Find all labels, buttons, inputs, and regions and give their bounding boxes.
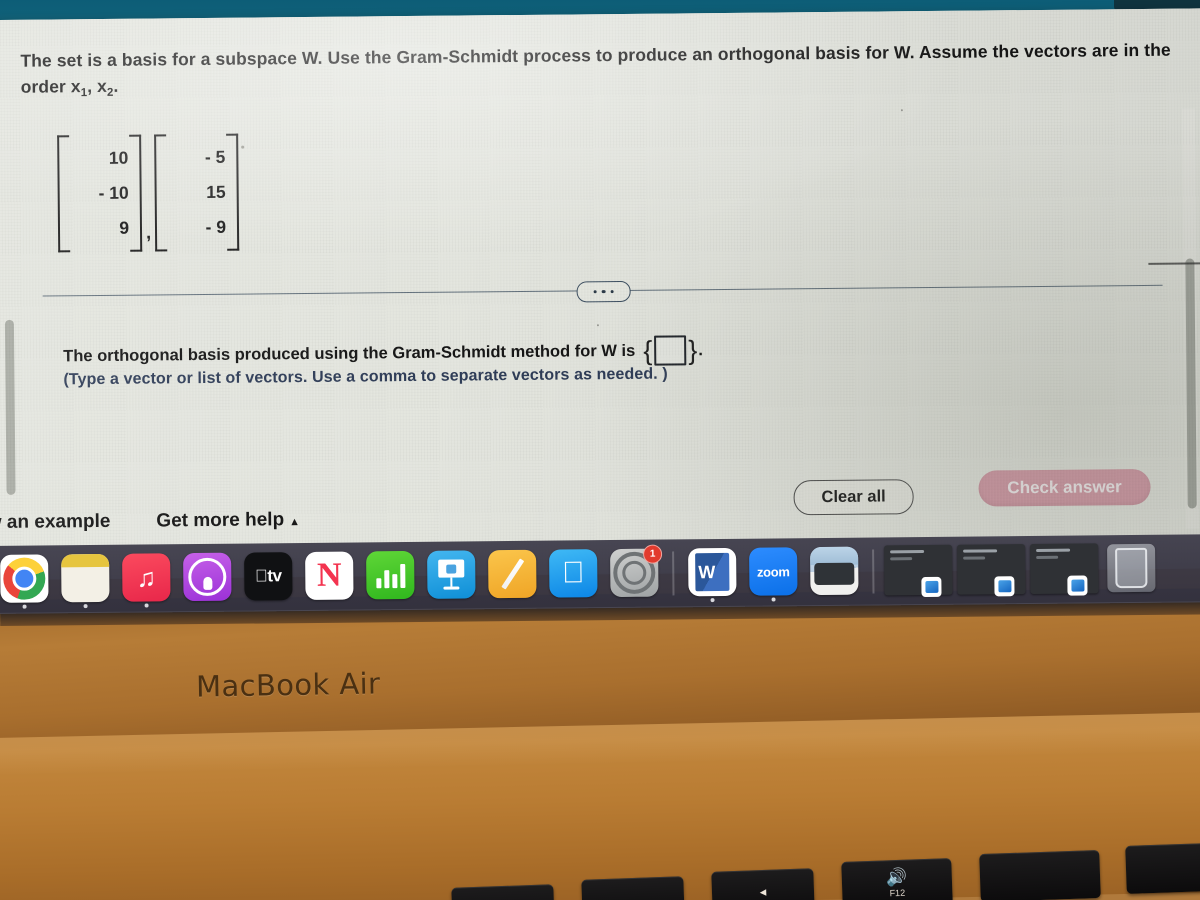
- dock-item-app-store[interactable]: : [545, 546, 602, 603]
- get-more-help-label: Get more help: [156, 509, 285, 532]
- vector-x1-entry-2: 9: [119, 217, 130, 238]
- function-key-row: ◂ 🔊 F12: [0, 760, 1200, 900]
- fn-key-f10[interactable]: [581, 876, 685, 900]
- dot-3: [610, 289, 615, 294]
- more-options-pill[interactable]: [576, 280, 631, 303]
- minimized-window-3[interactable]: [1030, 543, 1099, 596]
- microsoft-word-icon: W: [688, 547, 737, 597]
- vector-label-x2: x2: [97, 75, 114, 99]
- dock-item-apple-tv[interactable]: tv: [240, 549, 297, 606]
- vector-x2-entry-1: 15: [206, 181, 226, 202]
- screen-dust: [596, 324, 599, 327]
- pages-icon: [488, 549, 537, 599]
- macbook-air-label: MacBook Air: [195, 666, 381, 704]
- numbers-icon: [366, 550, 415, 600]
- dot-2: [601, 289, 606, 294]
- dock-item-word[interactable]: W: [684, 545, 741, 603]
- fn-key-f11[interactable]: ◂: [711, 868, 815, 900]
- dock-item-preview[interactable]: [806, 544, 863, 601]
- screen-dust: [900, 109, 903, 112]
- dock-item-podcasts[interactable]: [179, 550, 236, 607]
- answer-input[interactable]: [654, 335, 687, 366]
- dock-item-music[interactable]: ♫: [118, 550, 175, 608]
- dock-item-chrome[interactable]: [0, 551, 53, 609]
- podcasts-icon: [183, 552, 232, 602]
- laptop-screen: The set is a basis for a subspace W. Use…: [0, 8, 1200, 580]
- clear-all-button[interactable]: Clear all: [793, 479, 914, 516]
- vector-x1-entry-1: - 10: [98, 182, 129, 204]
- vector-x2-entry-2: - 9: [205, 216, 227, 237]
- scrollbar-thumb-left[interactable]: [4, 319, 16, 495]
- dock-item-trash[interactable]: [1103, 541, 1160, 598]
- problem-prompt: The set is a basis for a subspace W. Use…: [20, 39, 1171, 100]
- news-glyph: N: [316, 556, 342, 594]
- footer-link-row: w an example Get more help ▲: [0, 509, 300, 534]
- preview-icon: [810, 546, 859, 596]
- music-icon: ♫: [122, 553, 171, 602]
- running-indicator: [710, 598, 715, 603]
- dock-item-news[interactable]: N: [301, 548, 358, 605]
- minimized-window-1[interactable]: [884, 544, 953, 598]
- word-glyph: W: [698, 561, 716, 582]
- chevron-up-icon: ▲: [289, 516, 301, 529]
- fn-key-edge[interactable]: [1125, 842, 1200, 894]
- dock-separator: [672, 551, 675, 596]
- running-indicator: [22, 604, 27, 609]
- section-divider: [42, 280, 1163, 303]
- answer-period: .: [698, 340, 703, 359]
- photo-scene: The set is a basis for a subspace W. Use…: [0, 0, 1200, 900]
- trash-icon: [1107, 543, 1156, 593]
- fn-key-extra[interactable]: [979, 849, 1101, 900]
- dock-item-pages[interactable]: [484, 547, 541, 604]
- running-indicator: [144, 603, 149, 608]
- vector-separator: ,: [145, 222, 152, 243]
- homework-page: The set is a basis for a subspace W. Use…: [0, 8, 1200, 540]
- minimized-window-app-icon: [994, 576, 1015, 597]
- notes-icon: [61, 553, 110, 603]
- brace-open: {: [643, 335, 653, 366]
- app-store-icon: : [549, 549, 598, 598]
- vector-x1: 10 - 10 9: [57, 135, 142, 253]
- zoom-icon: zoom: [749, 547, 798, 596]
- dock-item-notes[interactable]: [57, 551, 114, 609]
- volume-up-icon: 🔊: [885, 867, 908, 888]
- fn-key-f12[interactable]: 🔊 F12: [841, 858, 953, 900]
- dock-item-keynote[interactable]: [423, 547, 480, 604]
- news-icon: N: [305, 551, 354, 600]
- chrome-icon: [0, 554, 49, 603]
- screen-content: The set is a basis for a subspace W. Use…: [0, 8, 1200, 580]
- fn-key-f12-caption: F12: [889, 887, 906, 899]
- get-more-help-link[interactable]: Get more help ▲: [156, 509, 300, 532]
- running-indicator: [771, 597, 776, 602]
- brace-close: }: [688, 334, 698, 365]
- check-answer-button[interactable]: Check answer: [978, 468, 1151, 507]
- screen-dust: [241, 145, 245, 149]
- answer-statement-text: The orthogonal basis produced using the …: [63, 341, 636, 365]
- dock-item-zoom[interactable]: zoom: [745, 544, 802, 602]
- minimized-window-app-icon: [1067, 575, 1088, 596]
- vector-label-x1: x1: [70, 76, 88, 100]
- apple-tv-icon: tv: [244, 552, 293, 601]
- minimized-window-2[interactable]: [957, 544, 1026, 597]
- keynote-icon: [427, 550, 476, 599]
- prompt-text: The set is a basis for a subspace W. Use…: [20, 39, 1171, 97]
- vector-x2-entry-0: - 5: [204, 146, 226, 167]
- fn-key-f9[interactable]: [451, 884, 555, 900]
- apple-tv-label: tv: [261, 566, 281, 586]
- vector-x2: - 5 15 - 9: [154, 134, 239, 252]
- dock-item-numbers[interactable]: [362, 548, 419, 605]
- notification-badge: 1: [643, 544, 663, 564]
- view-an-example-link[interactable]: w an example: [0, 511, 110, 534]
- dock-separator: [872, 549, 875, 594]
- vector-set: 10 - 10 9 , - 5 15 - 9: [57, 134, 245, 253]
- vector-x1-entry-0: 10: [108, 147, 129, 168]
- dock-item-system-settings[interactable]: 1: [606, 544, 663, 603]
- running-indicator: [83, 604, 88, 609]
- dot-1: [593, 289, 597, 294]
- minimized-window-app-icon: [921, 576, 942, 598]
- macos-dock: ♫ tv N : [0, 534, 1200, 614]
